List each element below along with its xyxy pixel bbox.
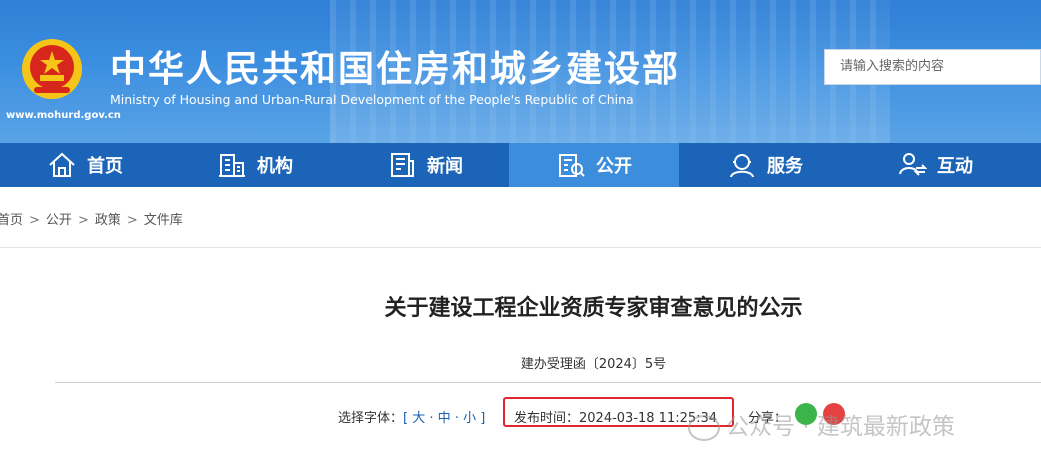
nav-item-label: 公开 <box>596 156 632 177</box>
breadcrumb: 首页 > 公开 > 政策 > 文件库 <box>0 209 183 228</box>
breadcrumb-file-library[interactable]: 文件库 <box>144 213 183 228</box>
divider <box>55 382 1041 383</box>
site-title[interactable]: 中华人民共和国住房和城乡建设部 <box>110 40 680 92</box>
site-url: www.mohurd.gov.cn <box>6 110 121 121</box>
font-size-medium-link[interactable]: 中 <box>438 411 451 426</box>
home-icon <box>49 152 75 177</box>
breadcrumb-policy[interactable]: 政策 <box>95 213 121 228</box>
wechat-logo-icon <box>688 414 720 441</box>
national-emblem-icon[interactable] <box>20 37 84 101</box>
nav-item-label: 新闻 <box>427 156 463 177</box>
disclosure-icon <box>559 154 585 177</box>
watermark: 公众号 · 建筑最新政策 <box>688 407 955 441</box>
news-icon <box>391 153 414 177</box>
font-size-selector: 选择字体：[ 大 · 中 · 小 ] <box>338 407 485 426</box>
separator: · <box>429 411 434 426</box>
bracket: ] <box>480 411 486 426</box>
nav-item-news[interactable]: 新闻 <box>340 143 510 187</box>
breadcrumb-home[interactable]: 首页 <box>0 213 23 228</box>
publish-time: 发布时间：2024-03-18 11:25:34 <box>514 411 718 426</box>
divider <box>0 247 1041 248</box>
document-number: 建办受理函〔2024〕5号 <box>520 357 667 372</box>
nav-item-interaction[interactable]: 互动 <box>850 143 1020 187</box>
font-size-large-link[interactable]: 大 <box>412 411 425 426</box>
bracket: [ <box>403 411 409 426</box>
nav-item-service[interactable]: 服务 <box>680 143 850 187</box>
breadcrumb-separator: > <box>77 213 89 228</box>
site-header: 中华人民共和国住房和城乡建设部 Ministry of Housing and … <box>0 0 1041 143</box>
service-icon <box>730 154 754 178</box>
nav-item-home[interactable]: 首页 <box>0 143 170 187</box>
nav-item-label: 互动 <box>937 156 973 177</box>
search-input[interactable]: 请输入搜索的内容 <box>824 49 1041 85</box>
breadcrumb-separator: > <box>126 213 138 228</box>
breadcrumb-disclosure[interactable]: 公开 <box>46 213 72 228</box>
nav-item-label: 首页 <box>87 156 123 177</box>
article-title: 关于建设工程企业资质专家审查意见的公示 <box>384 296 803 321</box>
building-icon <box>219 154 245 177</box>
nav-item-disclosure[interactable]: 公开 <box>509 143 679 187</box>
site-subtitle: Ministry of Housing and Urban-Rural Deve… <box>110 92 634 107</box>
watermark-text: 公众号 · 建筑最新政策 <box>726 414 955 440</box>
font-size-small-link[interactable]: 小 <box>463 411 476 426</box>
nav-item-label: 服务 <box>767 156 803 177</box>
interaction-icon <box>899 153 927 176</box>
nav-item-label: 机构 <box>257 156 293 177</box>
font-size-label: 选择字体： <box>338 411 404 426</box>
nav-item-organization[interactable]: 机构 <box>170 143 340 187</box>
separator: · <box>454 411 459 426</box>
breadcrumb-separator: > <box>29 213 40 228</box>
main-nav: 首页 机构 新闻 公开 服务 互动 <box>0 143 1041 187</box>
